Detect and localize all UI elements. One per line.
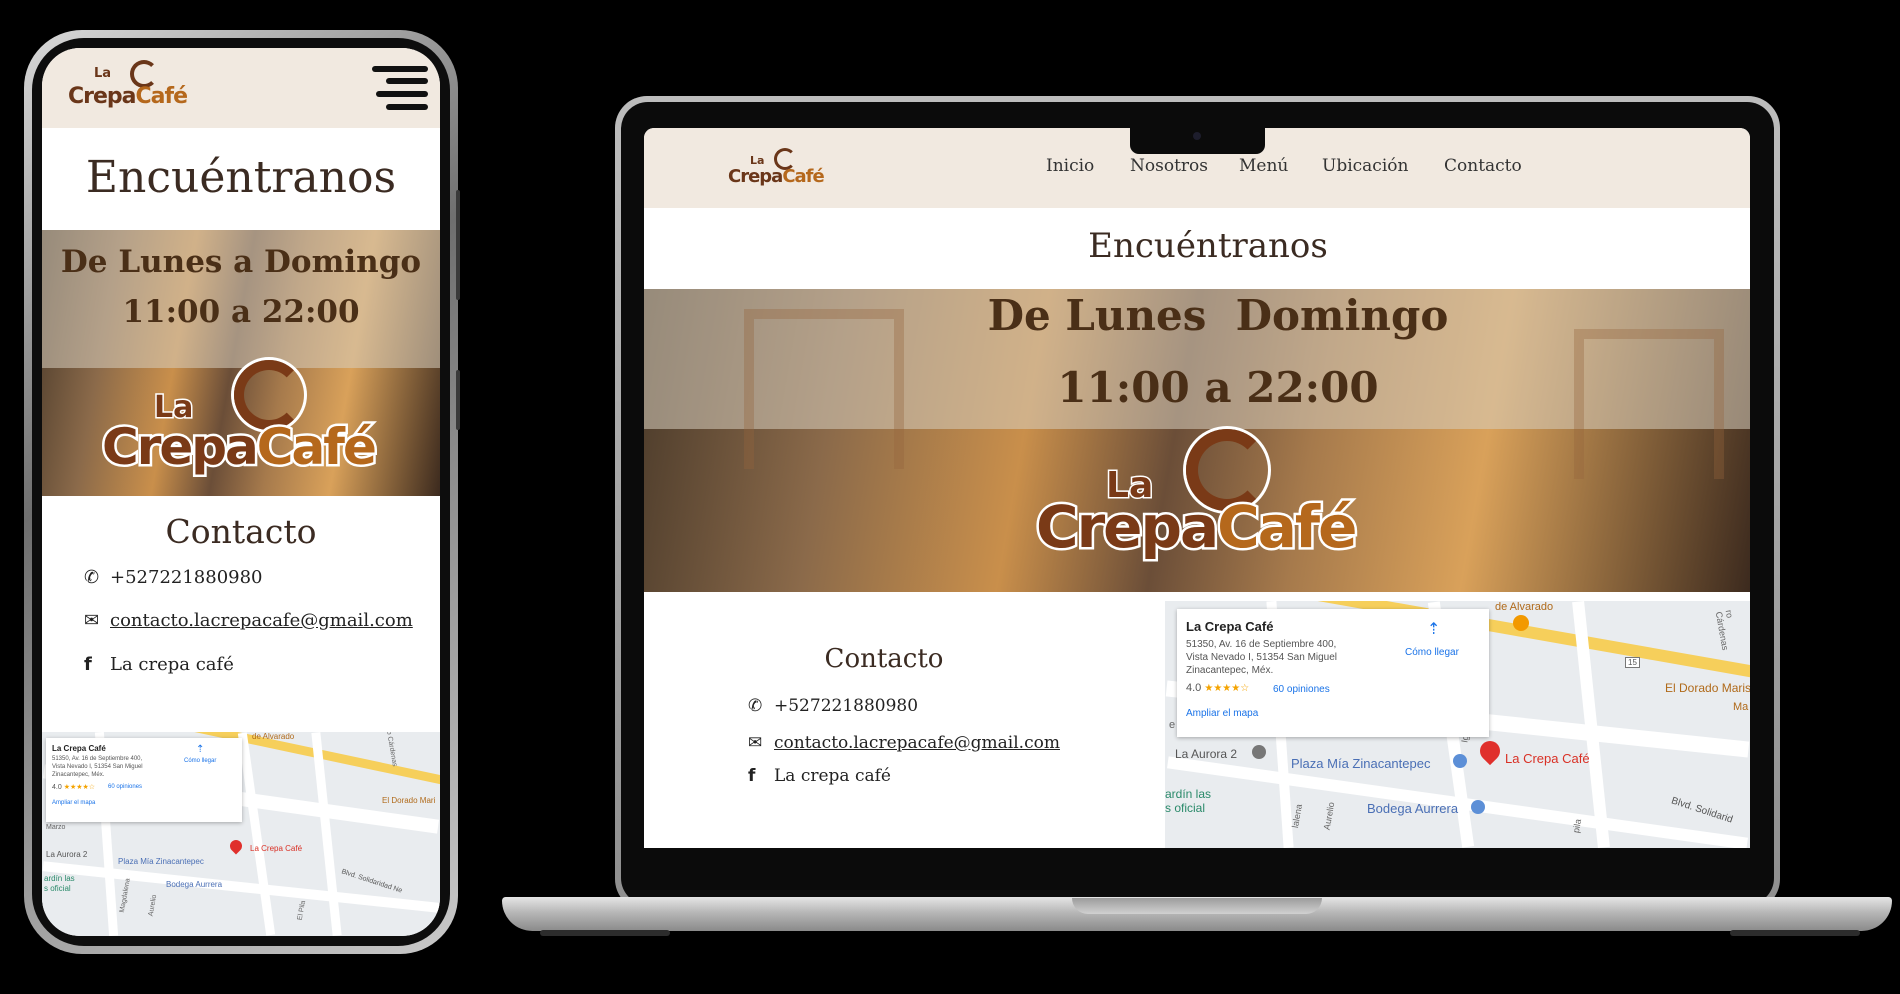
email-row[interactable]: ✉ contacto.lacrepacafe@gmail.com <box>84 610 413 631</box>
map-info-card: La Crepa Café 51350, Av. 16 de Septiembr… <box>46 738 242 822</box>
route-15-icon: 15 <box>1625 657 1640 668</box>
hero-logo: La CrepaCafé <box>1033 429 1366 579</box>
logo-wordmark: CrepaCafé <box>100 416 380 479</box>
phone-row[interactable]: ✆ +527221880980 <box>84 567 263 588</box>
hero-logo: La CrepaCafé <box>100 360 382 490</box>
shopping-icon <box>1453 754 1467 768</box>
contact-title: Contacto <box>824 644 944 674</box>
directions-icon[interactable]: ⇡ <box>196 744 204 755</box>
map-directions-link[interactable]: Cómo llegar <box>1405 647 1459 658</box>
facebook-icon: f <box>748 766 756 786</box>
desktop-map[interactable]: de Alvarado ro Cárdenas 15 El Dorado Mar… <box>1165 601 1750 848</box>
map-address-line: Zinacantepec, Méx. <box>52 772 105 778</box>
nav-ubicacion[interactable]: Ubicación <box>1322 156 1408 176</box>
facebook-icon: f <box>84 654 92 675</box>
logo-wordmark: CrepaCafé <box>1033 491 1359 564</box>
hours-days: De Lunes a Domingo <box>60 244 422 280</box>
find-us-title: Encuéntranos <box>85 152 397 203</box>
mobile-map[interactable]: de Alvarado ro Cárdenas El Dorado Mari M… <box>42 732 440 936</box>
phone-number: +527221880980 <box>110 567 263 588</box>
nav-menu[interactable]: Menú <box>1239 156 1288 176</box>
camera-icon <box>1193 132 1201 140</box>
find-us-title: Encuéntranos <box>1088 226 1328 266</box>
mobile-hero: De Lunes a Domingo 11:00 a 22:00 La Crep… <box>42 230 440 496</box>
map-address-line: Vista Nevado I, 51354 San Miguel <box>1186 652 1338 663</box>
facebook-name: La crepa café <box>774 766 891 786</box>
map-address-line: Vista Nevado I, 51354 San Miguel <box>52 764 143 770</box>
nav-contacto[interactable]: Contacto <box>1444 156 1522 176</box>
hours-time: 11:00 a 22:00 <box>1057 363 1379 412</box>
laptop-base-notch <box>1072 898 1322 914</box>
restaurant-icon <box>1513 615 1529 631</box>
facebook-row[interactable]: f La crepa café <box>748 766 891 786</box>
phone-icon: ✆ <box>84 567 100 588</box>
map-pin-icon[interactable] <box>227 837 245 855</box>
map-address-line: 51350, Av. 16 de Septiembre 400, <box>52 756 143 762</box>
laptop-screen: La CrepaCafé Inicio Nosotros Menú Ubicac… <box>644 128 1750 848</box>
map-address-line: Zinacantepec, Méx. <box>1186 665 1274 676</box>
logo-wordmark: CrepaCafé <box>728 166 825 187</box>
logo-wordmark: CrepaCafé <box>68 84 188 109</box>
envelope-icon: ✉ <box>748 733 763 753</box>
map-address-line: 51350, Av. 16 de Septiembre 400, <box>1186 639 1337 650</box>
map-place-name: La Crepa Café <box>1186 619 1274 634</box>
map-rating: 4.0 ★★★★☆ <box>52 784 96 791</box>
map-pin-icon[interactable] <box>1475 736 1505 766</box>
contact-title: Contacto <box>165 512 317 551</box>
phone-number: +527221880980 <box>774 696 919 716</box>
map-directions-link[interactable]: Cómo llegar <box>184 758 216 764</box>
phone-side-button <box>456 190 460 300</box>
directions-icon[interactable]: ⇡ <box>1427 619 1440 639</box>
hours-days: De Lunes Domingo <box>987 291 1449 340</box>
map-enlarge-link[interactable]: Ampliar el mapa <box>52 800 95 806</box>
phone-side-button <box>456 370 460 430</box>
map-rating: 4.0 ★★★★☆ <box>1186 682 1250 694</box>
facebook-row[interactable]: f La crepa café <box>84 654 234 675</box>
email-link[interactable]: contacto.lacrepacafe@gmail.com <box>774 733 1060 753</box>
map-info-card: La Crepa Café 51350, Av. 16 de Septiembr… <box>1177 609 1489 737</box>
mobile-logo[interactable]: La CrepaCafé <box>68 60 208 118</box>
email-link[interactable]: contacto.lacrepacafe@gmail.com <box>110 610 413 631</box>
map-place-name: La Crepa Café <box>52 744 106 753</box>
shopping-icon <box>1471 800 1485 814</box>
phone-row[interactable]: ✆ +527221880980 <box>748 696 918 716</box>
desktop-logo[interactable]: La CrepaCafé <box>728 144 848 196</box>
map-reviews-link[interactable]: 60 opiniones <box>108 784 142 790</box>
map-poi-icon <box>1252 745 1266 759</box>
email-row[interactable]: ✉ contacto.lacrepacafe@gmail.com <box>748 733 1060 753</box>
mobile-header: La CrepaCafé <box>42 48 440 128</box>
phone-screen: La CrepaCafé Encuéntranos De Lunes a Dom… <box>42 48 440 936</box>
logo-la: La <box>94 66 112 81</box>
desktop-hero: De Lunes Domingo 11:00 a 22:00 La CrepaC… <box>644 289 1750 592</box>
nav-nosotros[interactable]: Nosotros <box>1130 156 1208 176</box>
facebook-name: La crepa café <box>110 654 234 675</box>
envelope-icon: ✉ <box>84 610 100 631</box>
map-reviews-link[interactable]: 60 opiniones <box>1273 684 1330 695</box>
map-enlarge-link[interactable]: Ampliar el mapa <box>1186 708 1258 719</box>
nav-inicio[interactable]: Inicio <box>1046 156 1094 176</box>
hours-time: 11:00 a 22:00 <box>122 294 360 330</box>
phone-icon: ✆ <box>748 696 763 716</box>
hamburger-icon[interactable] <box>372 64 428 114</box>
